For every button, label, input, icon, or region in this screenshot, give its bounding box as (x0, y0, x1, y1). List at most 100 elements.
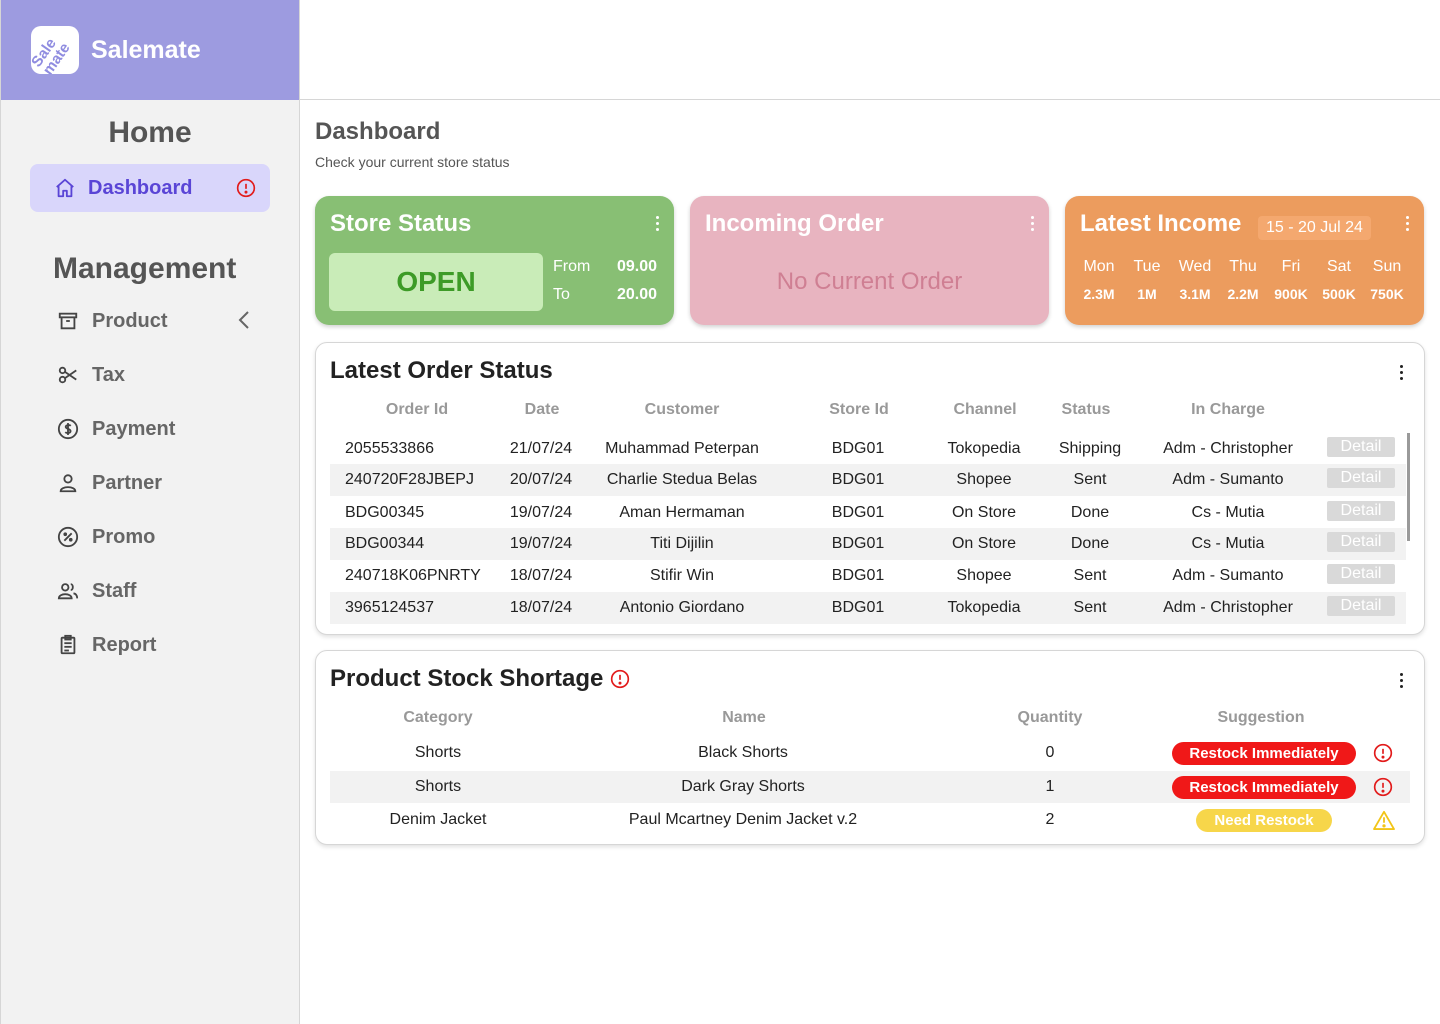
warning-triangle-icon (1373, 810, 1395, 835)
cell-customer: Antonio Giordano (619, 599, 745, 616)
home-section-title: Home (108, 116, 192, 149)
column-header[interactable]: Status (1051, 401, 1121, 419)
detail-button[interactable]: Detail (1327, 596, 1395, 616)
cell-quantity: 2 (1045, 811, 1055, 828)
page-title: Dashboard (315, 118, 441, 145)
more-vertical-icon[interactable] (1400, 365, 1404, 383)
cell-customer: Titi Dijilin (650, 535, 714, 552)
column-header[interactable]: Date (512, 401, 572, 419)
cell-status: Shipping (1058, 440, 1122, 457)
detail-button[interactable]: Detail (1327, 437, 1395, 457)
cell-date: 19/07/24 (509, 535, 573, 552)
to-value: 20.00 (616, 286, 657, 303)
cell-category: Shorts (414, 744, 462, 761)
scissors-icon (56, 363, 80, 387)
more-vertical-icon[interactable] (1031, 216, 1035, 234)
table-row[interactable]: Shorts Dark Gray Shorts 1 Restock Immediate… (330, 771, 1410, 803)
cell-date: 21/07/24 (509, 440, 573, 457)
income-day: Wed 3.1M (1171, 258, 1219, 302)
stock-shortage-panel: Product Stock Shortage Category Name Qua… (315, 650, 1425, 845)
table-row[interactable]: BDG00344 19/07/24 Titi Dijilin BDG01 On Stor… (330, 528, 1406, 560)
cell-name: Black Shorts (698, 744, 788, 761)
from-label: From (553, 258, 591, 275)
sidebar-item-product[interactable]: Product (1, 294, 299, 348)
income-days: Mon 2.3M Tue 1M Wed 3.1M Thu 2.2M Fri 900K Sat 500K… (1075, 258, 1414, 302)
detail-button[interactable]: Detail (1327, 532, 1395, 552)
suggestion-badge[interactable]: Need Restock (1196, 809, 1332, 832)
sidebar-item-payment[interactable]: Payment (1, 402, 299, 456)
cell-channel: Shopee (956, 471, 1012, 488)
cell-in-charge: Adm - Christopher (1163, 599, 1293, 616)
summary-cards: Store Status OPEN From 09.00 To 20.00 Inco… (315, 196, 1425, 325)
column-header[interactable]: Store Id (819, 401, 899, 419)
store-hours: From 09.00 To 20.00 (553, 258, 657, 314)
suggestion-badge[interactable]: Restock Immediately (1172, 776, 1356, 799)
page-subtitle: Check your current store status (315, 154, 510, 170)
more-vertical-icon[interactable] (656, 216, 660, 234)
table-row[interactable]: 3965124537 18/07/24 Antonio Giordano BDG01 T… (330, 592, 1406, 624)
table-row[interactable]: 2055533866 21/07/24 Muhammad Peterpan BDG01… (330, 433, 1406, 465)
column-header[interactable]: Category (378, 709, 498, 727)
sidebar-item-partner[interactable]: Partner (1, 456, 299, 510)
cell-date: 18/07/24 (509, 567, 573, 584)
cell-in-charge: Cs - Mutia (1191, 504, 1265, 521)
table-row[interactable]: 240720F28JBEPJ 20/07/24 Charlie Stedua Bel… (330, 464, 1406, 496)
cell-quantity: 1 (1045, 778, 1055, 795)
archive-box-icon (56, 309, 80, 333)
sidebar-item-report[interactable]: Report (1, 618, 299, 672)
detail-button[interactable]: Detail (1327, 468, 1395, 488)
sidebar-item-label: Staff (92, 579, 137, 602)
date-range-chip[interactable]: 15 - 20 Jul 24 (1258, 216, 1371, 240)
cell-channel: On Store (951, 504, 1017, 521)
brand-logo[interactable]: Sale mate (31, 26, 79, 74)
to-label: To (553, 286, 570, 303)
sidebar-item-dashboard[interactable]: Dashboard (30, 164, 270, 212)
chevron-left-icon[interactable] (237, 310, 251, 336)
sidebar-item-promo[interactable]: Promo (1, 510, 299, 564)
column-header[interactable]: Channel (945, 401, 1025, 419)
main-content: Dashboard Check your current store statu… (315, 100, 1425, 845)
column-header[interactable]: In Charge (1168, 401, 1288, 419)
column-header[interactable]: Name (684, 709, 804, 727)
income-day-label: Mon (1083, 258, 1115, 275)
income-day-amount: 1M (1137, 286, 1157, 302)
table-row[interactable]: Shorts Black Shorts 0 Restock Immediately (330, 737, 1410, 769)
income-day-amount: 2.3M (1083, 286, 1115, 302)
detail-button[interactable]: Detail (1327, 501, 1395, 521)
incoming-order-message: No Current Order (776, 268, 963, 295)
card-title: Store Status (330, 210, 472, 237)
clipboard-icon (56, 633, 80, 657)
more-vertical-icon[interactable] (1400, 673, 1404, 691)
percent-badge-icon (56, 525, 80, 549)
alert-circle-icon (1373, 777, 1393, 802)
column-header[interactable]: Customer (612, 401, 752, 419)
column-header[interactable]: Quantity (1000, 709, 1100, 727)
cell-id: 2055533866 (345, 440, 434, 457)
income-day-label: Fri (1281, 258, 1301, 275)
column-header[interactable]: Order Id (382, 401, 452, 419)
cell-customer: Charlie Stedua Belas (606, 471, 758, 488)
more-vertical-icon[interactable] (1406, 216, 1410, 234)
income-day-amount: 900K (1274, 286, 1308, 302)
sidebar-item-tax[interactable]: Tax (1, 348, 299, 402)
from-value: 09.00 (616, 258, 657, 275)
cell-category: Shorts (414, 778, 462, 795)
income-day-amount: 500K (1322, 286, 1356, 302)
table-row[interactable]: 240718K06PNRTY 18/07/24 Stifir Win BDG01 Sho… (330, 560, 1406, 592)
column-header[interactable]: Suggestion (1201, 709, 1321, 727)
table-row[interactable]: Denim Jacket Paul Mcartney Denim Jacket v… (330, 804, 1410, 836)
table-row[interactable]: BDG00345 19/07/24 Aman Hermaman BDG01 On Sto… (330, 497, 1406, 529)
cell-id: BDG00344 (345, 535, 425, 552)
detail-button[interactable]: Detail (1327, 564, 1395, 584)
suggestion-badge[interactable]: Restock Immediately (1172, 742, 1356, 765)
cell-date: 20/07/24 (509, 471, 573, 488)
sidebar-item-staff[interactable]: Staff (1, 564, 299, 618)
income-day-label: Thu (1229, 258, 1257, 275)
cell-name: Paul Mcartney Denim Jacket v.2 (628, 811, 858, 828)
cell-in-charge: Adm - Sumanto (1172, 567, 1284, 584)
income-day: Thu 2.2M (1219, 258, 1267, 302)
table-scrollbar[interactable] (1407, 433, 1410, 541)
cell-customer: Aman Hermaman (619, 504, 745, 521)
store-status-value[interactable]: OPEN (329, 253, 543, 311)
sidebar-item-label: Report (92, 633, 157, 656)
